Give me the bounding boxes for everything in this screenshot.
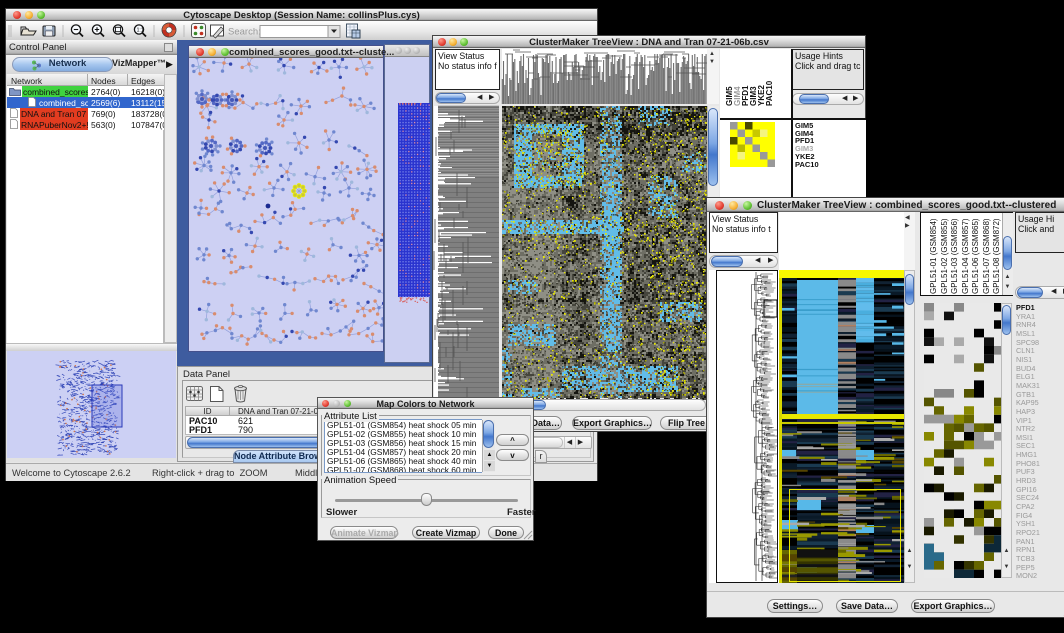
svg-text:1:1: 1:1 (137, 27, 144, 33)
svg-text:Search:: Search: (228, 27, 261, 38)
